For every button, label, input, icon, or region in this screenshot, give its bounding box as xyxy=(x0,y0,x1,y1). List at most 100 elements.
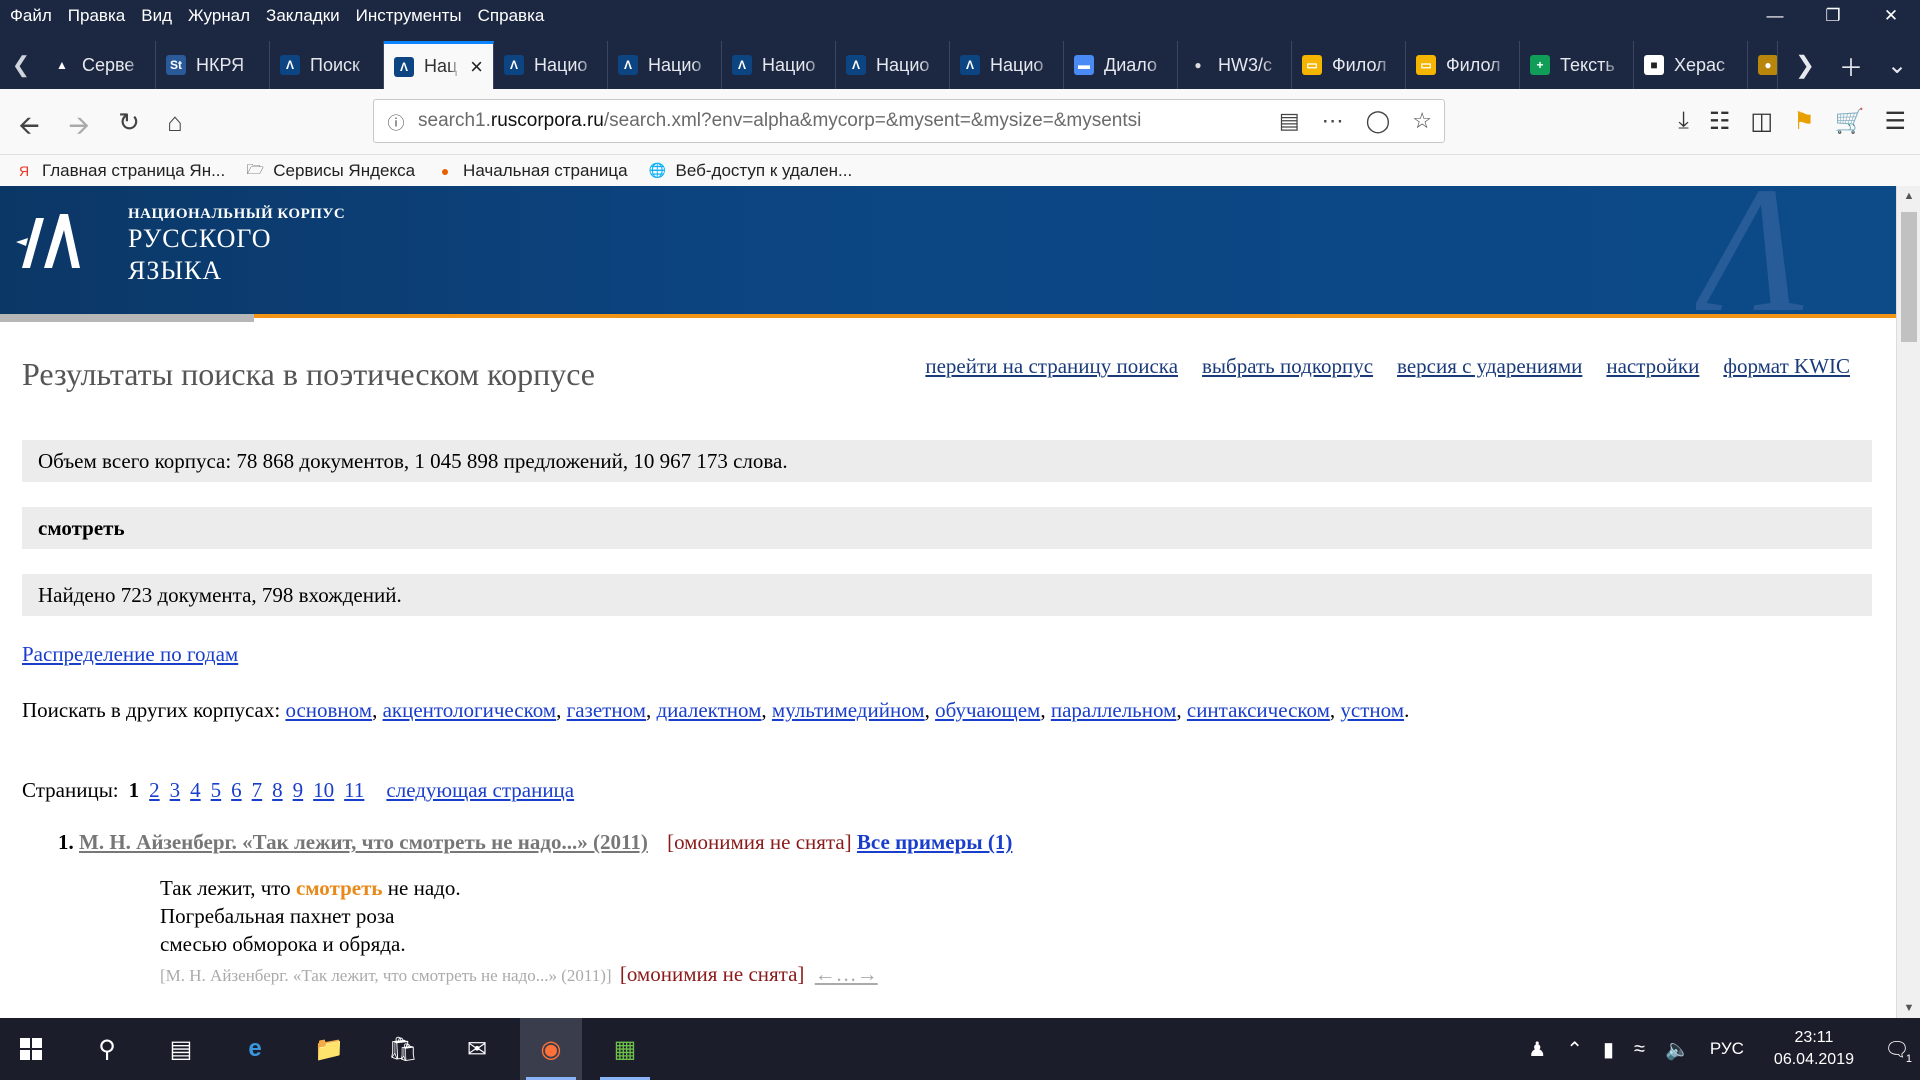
link-search-page[interactable]: перейти на страницу поиска xyxy=(925,354,1178,379)
tab-list-icon[interactable]: ⌄ xyxy=(1874,51,1920,80)
bookmark-star-icon[interactable]: ☆ xyxy=(1412,108,1432,134)
bookmark-web-access[interactable]: 🌐 Веб-доступ к удален... xyxy=(648,161,852,181)
new-tab-icon[interactable]: ＋ xyxy=(1828,48,1874,83)
page-scrollbar[interactable]: ▲ ▼ xyxy=(1896,186,1920,1018)
url-bar[interactable]: ⓘ search1.ruscorpora.ru/search.xml?env=a… xyxy=(373,99,1445,143)
corpus-link[interactable]: обучающем xyxy=(935,698,1040,722)
start-button[interactable] xyxy=(0,1018,62,1080)
menu-help[interactable]: Справка xyxy=(470,6,553,26)
mail-icon[interactable]: ✉ xyxy=(446,1018,508,1080)
page-link[interactable]: 8 xyxy=(272,778,283,803)
page-link[interactable]: 4 xyxy=(190,778,201,803)
corpus-link[interactable]: параллельном xyxy=(1051,698,1177,722)
bookmark-start-page[interactable]: ● Начальная страница xyxy=(435,161,628,181)
menu-bookmarks[interactable]: Закладки xyxy=(258,6,348,26)
page-link[interactable]: 6 xyxy=(231,778,242,803)
corpus-link[interactable]: мультимедийном xyxy=(772,698,925,722)
reader-view-icon[interactable]: ▤ xyxy=(1279,108,1300,134)
back-icon[interactable]: 🡨 xyxy=(14,107,44,151)
clock[interactable]: 23:11 06.04.2019 xyxy=(1774,1027,1854,1071)
page-actions-icon[interactable]: ⋯ xyxy=(1322,108,1344,134)
url-text[interactable]: search1.ruscorpora.ru/search.xml?env=alp… xyxy=(418,110,1238,132)
link-select-subcorpus[interactable]: выбрать подкорпус xyxy=(1202,354,1373,379)
scrollbar-thumb[interactable] xyxy=(1901,212,1917,342)
page-link[interactable]: 7 xyxy=(252,778,263,803)
browser-tab[interactable]: ▭ Филол xyxy=(1292,41,1406,89)
browser-tab[interactable]: Λ Нацио xyxy=(950,41,1064,89)
home-icon[interactable]: ⌂ xyxy=(160,107,190,138)
page-link[interactable]: 5 xyxy=(211,778,222,803)
library-icon[interactable]: ☷ xyxy=(1709,107,1731,136)
link-kwic-format[interactable]: формат KWIC xyxy=(1723,354,1850,379)
scroll-up-icon[interactable]: ▲ xyxy=(1897,190,1920,202)
pocket-icon[interactable]: ◯ xyxy=(1366,108,1391,134)
corpus-link[interactable]: диалектном xyxy=(656,698,761,722)
browser-tab[interactable]: St НКРЯ xyxy=(156,41,270,89)
store-icon[interactable]: 🛍 xyxy=(372,1018,434,1080)
flag-icon[interactable]: ⚑ xyxy=(1793,107,1815,136)
minimize-icon[interactable]: — xyxy=(1746,0,1804,31)
info-icon[interactable]: ⓘ xyxy=(374,109,418,134)
browser-tab[interactable]: ● HW3/c xyxy=(1178,41,1292,89)
corpus-link[interactable]: акцентологическом xyxy=(383,698,557,722)
app-taskbar-icon[interactable]: ▦ xyxy=(594,1018,656,1080)
page-link[interactable]: 3 xyxy=(170,778,181,803)
battery-icon[interactable]: ▮ xyxy=(1603,1037,1614,1062)
tabs-scroll-right-icon[interactable]: ❯ xyxy=(1782,51,1828,80)
scroll-down-icon[interactable]: ▼ xyxy=(1897,1002,1920,1014)
ruscorpora-logo[interactable] xyxy=(14,208,94,278)
browser-tab[interactable]: ▭ Филол xyxy=(1406,41,1520,89)
language-indicator[interactable]: РУС xyxy=(1710,1039,1744,1059)
firefox-taskbar-icon[interactable]: ◉ xyxy=(520,1018,582,1080)
browser-tab[interactable]: Λ Нац × xyxy=(384,41,494,89)
link-year-distribution[interactable]: Распределение по годам xyxy=(22,642,238,666)
people-icon[interactable]: ♟ xyxy=(1528,1037,1546,1062)
link-stress-version[interactable]: версия с ударениями xyxy=(1397,354,1582,379)
wifi-icon[interactable]: ≈ xyxy=(1634,1038,1645,1061)
hamburger-menu-icon[interactable]: ☰ xyxy=(1884,107,1906,136)
page-link[interactable]: 2 xyxy=(149,778,160,803)
menu-edit[interactable]: Правка xyxy=(60,6,133,26)
menu-view[interactable]: Вид xyxy=(133,6,180,26)
menu-file[interactable]: Файл xyxy=(0,6,60,26)
bookmark-yandex-home[interactable]: Я Главная страница Ян... xyxy=(14,161,225,181)
task-view-icon[interactable]: ▤ xyxy=(150,1018,212,1080)
corpus-link[interactable]: устном xyxy=(1340,698,1404,722)
browser-tab[interactable]: Λ Нацио xyxy=(608,41,722,89)
page-link[interactable]: 11 xyxy=(344,778,364,803)
reload-icon[interactable]: ↻ xyxy=(114,107,144,138)
tabs-scroll-left-icon[interactable]: ❮ xyxy=(0,41,42,89)
browser-tab[interactable]: ▬ Диало xyxy=(1064,41,1178,89)
menu-history[interactable]: Журнал xyxy=(180,6,258,26)
browser-tab[interactable]: ▲ Серве xyxy=(42,41,156,89)
all-examples-link[interactable]: Все примеры (1) xyxy=(857,830,1012,854)
browser-tab[interactable]: Λ Поиск xyxy=(270,41,384,89)
bookmark-yandex-services[interactable]: 🗁 Сервисы Яндекса xyxy=(245,161,415,181)
browser-tab[interactable]: + Тексть xyxy=(1520,41,1634,89)
page-link[interactable]: 10 xyxy=(313,778,334,803)
browser-tab[interactable]: Λ Нацио xyxy=(494,41,608,89)
browser-tab[interactable]: ■ Херас xyxy=(1634,41,1748,89)
close-tab-icon[interactable]: × xyxy=(470,54,483,80)
browser-tab-overflow[interactable]: ● xyxy=(1748,41,1778,89)
next-page-link[interactable]: следующая страница xyxy=(386,778,574,803)
file-explorer-icon[interactable]: 📁 xyxy=(298,1018,360,1080)
cart-icon[interactable]: 🛒 xyxy=(1835,107,1865,136)
restore-icon[interactable]: ❐ xyxy=(1804,0,1862,31)
page-link[interactable]: 9 xyxy=(293,778,304,803)
close-window-icon[interactable]: ✕ xyxy=(1862,0,1920,31)
volume-icon[interactable]: 🔈 xyxy=(1665,1037,1690,1062)
link-settings[interactable]: настройки xyxy=(1606,354,1699,379)
browser-tab[interactable]: Λ Нацио xyxy=(836,41,950,89)
corpus-link[interactable]: газетном xyxy=(567,698,646,722)
sidebar-icon[interactable]: ◫ xyxy=(1750,107,1773,136)
search-icon[interactable]: ⚲ xyxy=(76,1018,138,1080)
edge-icon[interactable]: e xyxy=(224,1018,286,1080)
corpus-link[interactable]: основном xyxy=(285,698,372,722)
show-hidden-icons-icon[interactable]: ⌃ xyxy=(1566,1037,1583,1062)
expand-context-link[interactable]: ←…→ xyxy=(815,962,878,986)
corpus-link[interactable]: синтаксическом xyxy=(1187,698,1330,722)
browser-tab[interactable]: Λ Нацио xyxy=(722,41,836,89)
notifications-icon[interactable]: 🗨 1 xyxy=(1874,1037,1920,1065)
result-source-link[interactable]: М. Н. Айзенберг. «Так лежит, что смотрет… xyxy=(79,830,648,854)
